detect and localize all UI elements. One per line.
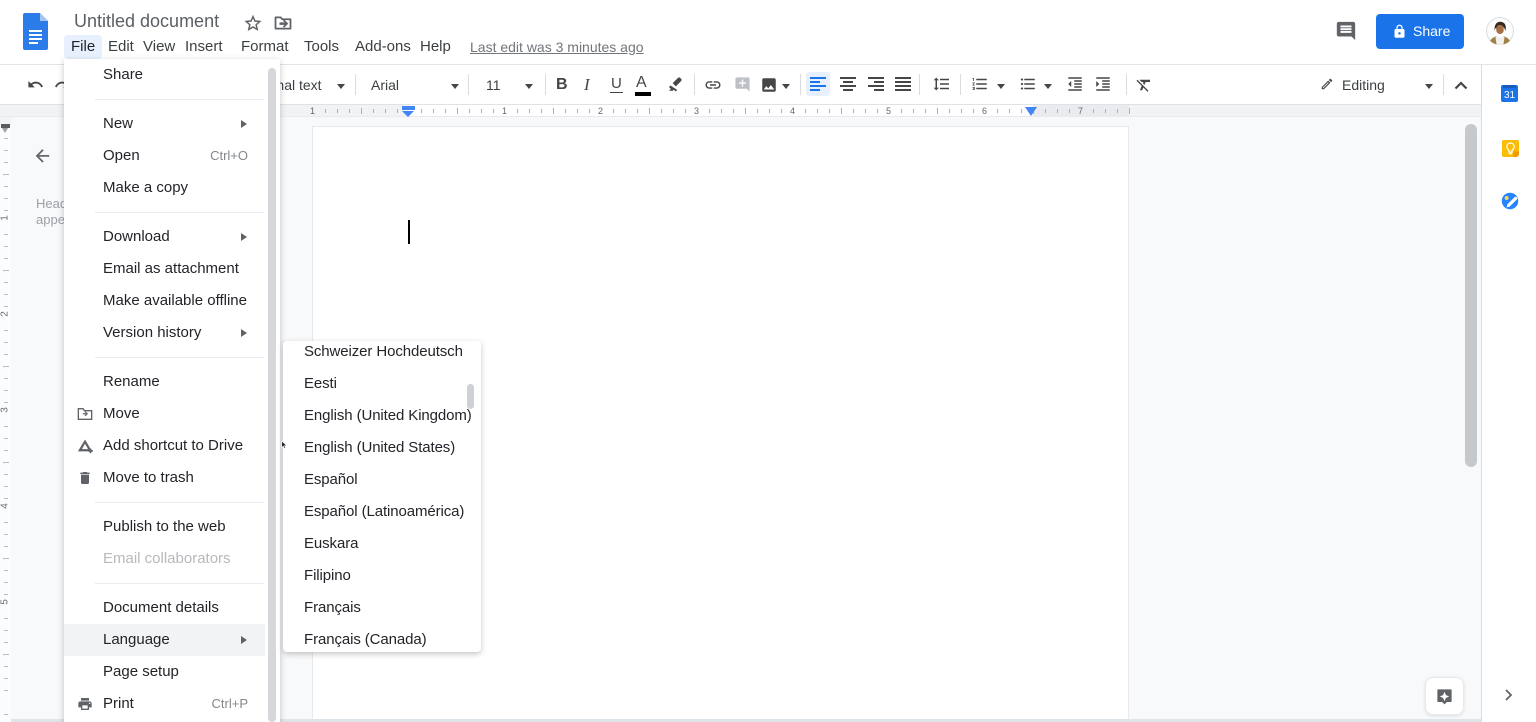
svg-text:31: 31 <box>1504 90 1516 101</box>
